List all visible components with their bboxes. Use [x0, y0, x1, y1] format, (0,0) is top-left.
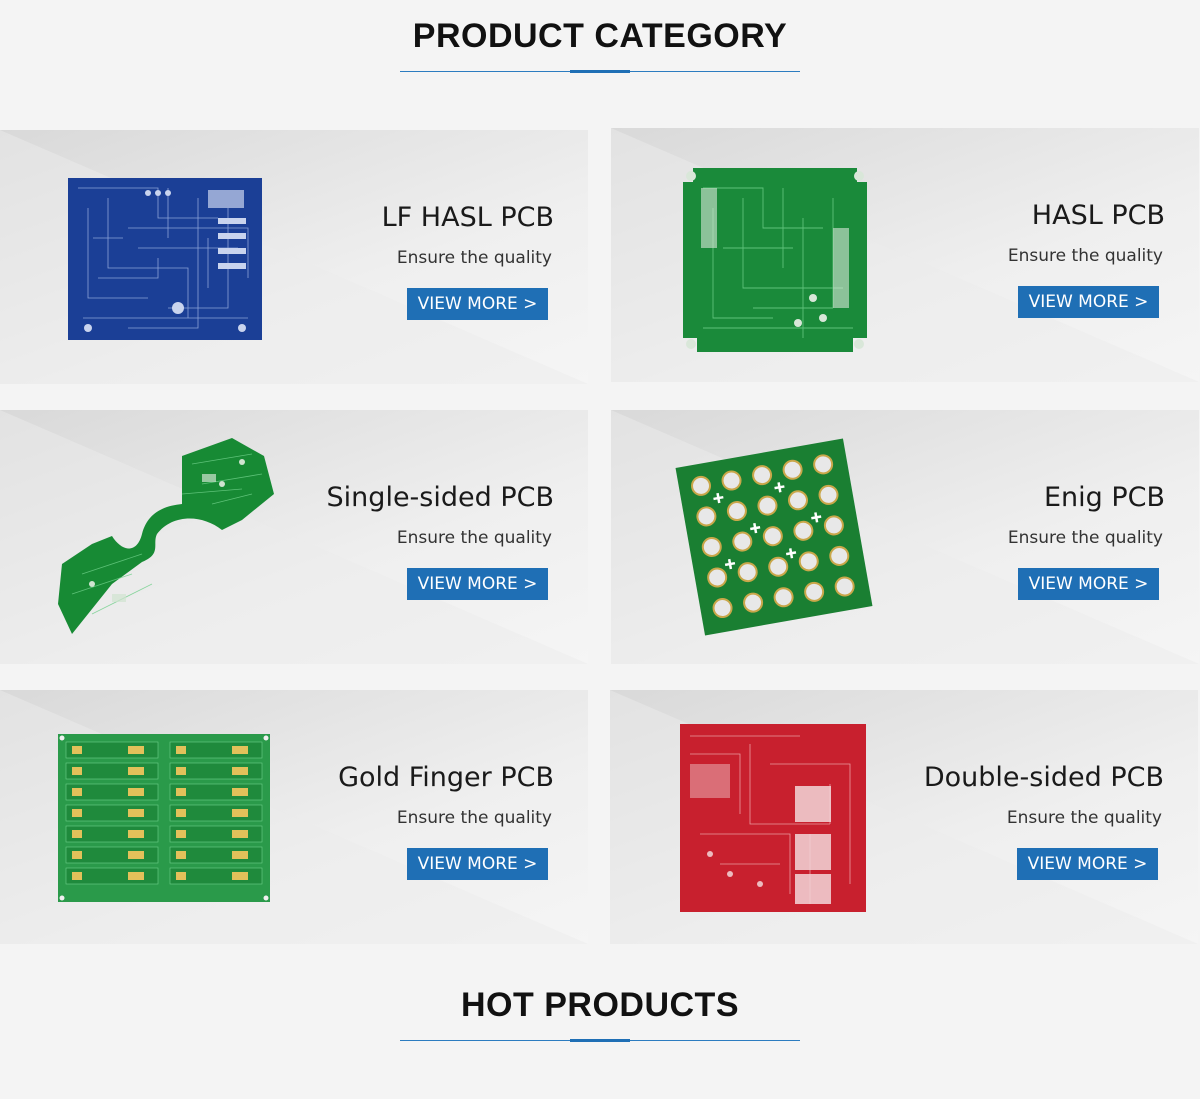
- hot-products-title: HOT PRODUCTS: [461, 986, 739, 1024]
- red-pcb-image: [680, 724, 866, 912]
- product-name: Double-sided PCB: [923, 762, 1164, 793]
- product-card-gold-finger[interactable]: Gold Finger PCB Ensure the quality VIEW …: [0, 690, 588, 944]
- product-name: LF HASL PCB: [381, 202, 554, 233]
- view-more-button[interactable]: VIEW MORE >: [1018, 286, 1159, 318]
- view-more-button[interactable]: VIEW MORE >: [1018, 568, 1159, 600]
- product-tagline: Ensure the quality: [1007, 246, 1163, 266]
- product-name: HASL PCB: [1031, 200, 1165, 231]
- product-name: Gold Finger PCB: [338, 762, 554, 793]
- blue-pcb-image: [68, 178, 262, 340]
- green-led-panel-pcb-image: [675, 438, 873, 636]
- product-card-single-sided[interactable]: Single-sided PCB Ensure the quality VIEW…: [0, 410, 588, 664]
- green-gold-finger-panel-image: [58, 734, 270, 902]
- product-category-divider: [400, 70, 800, 73]
- product-tagline: Ensure the quality: [1007, 528, 1163, 548]
- product-tagline: Ensure the quality: [1006, 808, 1162, 828]
- view-more-button[interactable]: VIEW MORE >: [407, 288, 548, 320]
- view-more-button[interactable]: VIEW MORE >: [407, 568, 548, 600]
- product-card-enig[interactable]: Enig PCB Ensure the quality VIEW MORE >: [611, 410, 1199, 664]
- green-pcb-image: [683, 168, 867, 352]
- product-tagline: Ensure the quality: [396, 528, 552, 548]
- product-tagline: Ensure the quality: [396, 248, 552, 268]
- product-card-hasl[interactable]: HASL PCB Ensure the quality VIEW MORE >: [611, 128, 1199, 382]
- green-shaped-pcb-image: [58, 438, 274, 634]
- hot-products-divider: [400, 1039, 800, 1042]
- view-more-button[interactable]: VIEW MORE >: [407, 848, 548, 880]
- product-name: Single-sided PCB: [326, 482, 554, 513]
- product-name: Enig PCB: [1043, 482, 1165, 513]
- product-card-lf-hasl[interactable]: LF HASL PCB Ensure the quality VIEW MORE…: [0, 130, 588, 384]
- product-category-title: PRODUCT CATEGORY: [412, 17, 788, 55]
- view-more-button[interactable]: VIEW MORE >: [1017, 848, 1158, 880]
- product-card-double-sided[interactable]: Double-sided PCB Ensure the quality VIEW…: [610, 690, 1198, 944]
- product-tagline: Ensure the quality: [396, 808, 552, 828]
